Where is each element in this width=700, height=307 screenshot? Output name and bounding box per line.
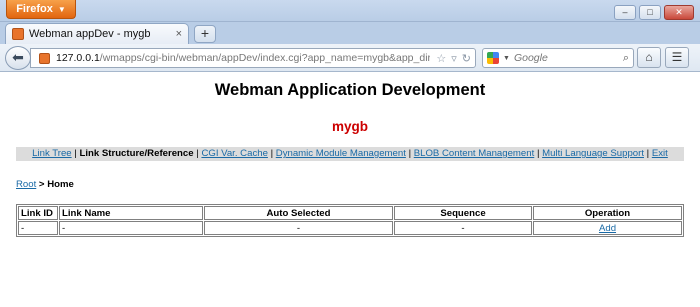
add-link[interactable]: Add	[599, 223, 616, 234]
column-header-operation: Operation	[533, 206, 682, 220]
menu-link-link-tree[interactable]: Link Tree	[32, 148, 71, 159]
minimize-button[interactable]: –	[614, 5, 636, 20]
window-controls: – □ ✕	[614, 5, 694, 20]
firefox-menu-button[interactable]: Firefox ▼	[6, 0, 76, 19]
cell-auto-selected: -	[204, 221, 393, 235]
menu-link-blob-content-management[interactable]: BLOB Content Management	[414, 148, 535, 159]
column-header-sequence: Sequence	[394, 206, 532, 220]
menu-separator: |	[408, 148, 412, 159]
close-window-button[interactable]: ✕	[664, 5, 694, 20]
home-button[interactable]: ⌂	[637, 47, 661, 68]
column-header-link-id: Link ID	[18, 206, 58, 220]
cell-operation: Add	[533, 221, 682, 235]
url-host: 127.0.0.1	[56, 52, 100, 64]
url-bar-icons: ☆ ▿ ↻	[436, 52, 471, 65]
favicon-icon	[12, 28, 24, 40]
bookmark-star-icon[interactable]: ☆	[436, 52, 446, 65]
cell-link-id: -	[18, 221, 58, 235]
title-bar: Firefox ▼ – □ ✕	[0, 0, 700, 22]
menu-link-exit[interactable]: Exit	[652, 148, 668, 159]
cell-link-name: -	[59, 221, 203, 235]
menu-link-multi-language-support[interactable]: Multi Language Support	[542, 148, 644, 159]
firefox-menu-label: Firefox	[16, 3, 53, 15]
search-bar[interactable]: ▼ ⌕	[482, 48, 634, 68]
breadcrumb-separator: >	[36, 179, 48, 190]
menu-separator: |	[270, 148, 274, 159]
page-content: Webman Application Development mygb Link…	[0, 73, 700, 307]
table-header-row: Link ID Link Name Auto Selected Sequence…	[18, 206, 682, 220]
menu-link-cgi-var-cache[interactable]: CGI Var. Cache	[201, 148, 267, 159]
breadcrumb-root-link[interactable]: Root	[16, 179, 36, 190]
menu-separator: |	[646, 148, 650, 159]
bookmarks-menu-button[interactable]: ☰	[665, 47, 689, 68]
tab-strip: Webman appDev - mygb × +	[0, 22, 700, 44]
table-row: - - - - Add	[18, 221, 682, 235]
menu-link-dynamic-module-management[interactable]: Dynamic Module Management	[276, 148, 406, 159]
url-bar[interactable]: 127.0.0.1/wmapps/cgi-bin/webman/appDev/i…	[30, 48, 476, 68]
app-name-heading: mygb	[331, 119, 368, 134]
browser-tab[interactable]: Webman appDev - mygb ×	[5, 23, 189, 44]
column-header-auto-selected: Auto Selected	[204, 206, 393, 220]
module-menu-bar: Link Tree | Link Structure/Reference | C…	[16, 147, 684, 161]
google-icon[interactable]	[487, 52, 499, 64]
tab-close-icon[interactable]: ×	[176, 28, 182, 40]
search-icon[interactable]: ⌕	[623, 52, 629, 65]
breadcrumb: Root > Home	[16, 179, 74, 190]
bookmarks-menu-icon: ☰	[671, 50, 683, 64]
engine-dropdown-icon[interactable]: ▼	[503, 55, 510, 62]
chevron-down-icon: ▼	[57, 4, 66, 14]
breadcrumb-current: Home	[47, 179, 74, 190]
menu-item-link-structure-current: Link Structure/Reference	[79, 148, 194, 159]
reload-icon[interactable]: ↻	[462, 52, 471, 65]
url-text[interactable]: 127.0.0.1/wmapps/cgi-bin/webman/appDev/i…	[56, 52, 430, 64]
menu-separator: |	[196, 148, 199, 159]
site-identity-icon[interactable]	[39, 52, 50, 64]
menu-separator: |	[536, 148, 540, 159]
maximize-button[interactable]: □	[639, 5, 661, 20]
column-header-link-name: Link Name	[59, 206, 203, 220]
home-icon: ⌂	[645, 50, 653, 64]
menu-separator: |	[74, 148, 77, 159]
back-button[interactable]: ⬅	[5, 46, 31, 70]
navigation-bar: 127.0.0.1/wmapps/cgi-bin/webman/appDev/i…	[0, 44, 700, 72]
page-title: Webman Application Development	[214, 81, 486, 99]
url-path: /wmapps/cgi-bin/webman/appDev/index.cgi?…	[99, 52, 431, 64]
new-tab-button[interactable]: +	[194, 25, 216, 43]
history-dropdown-icon[interactable]: ▿	[451, 52, 457, 65]
link-structure-table: Link ID Link Name Auto Selected Sequence…	[16, 204, 684, 237]
cell-sequence: -	[394, 221, 532, 235]
back-arrow-icon: ⬅	[12, 49, 24, 65]
search-input[interactable]	[513, 52, 619, 64]
tab-title: Webman appDev - mygb	[29, 28, 151, 40]
